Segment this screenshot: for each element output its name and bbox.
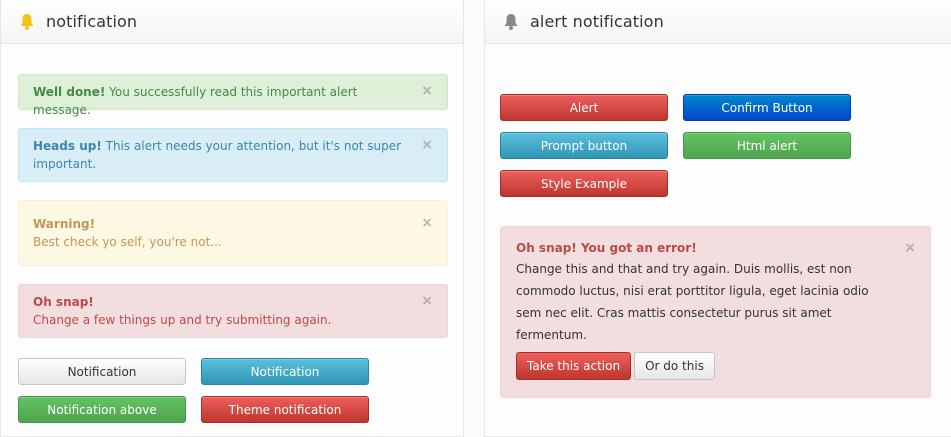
close-icon[interactable]: × [421,82,433,100]
alert-strong: Oh snap! [33,295,94,309]
error-alert-body: Change this and that and try again. Duis… [516,262,869,342]
panel-title: notification [46,12,138,31]
prompt-button[interactable]: Prompt button [500,132,668,159]
panel-header: notification [1,0,463,44]
confirm-button[interactable]: Confirm Button [683,94,851,121]
notification-button[interactable]: Notification [18,358,186,385]
alert-text: Best check yo self, you're not... [33,235,222,249]
notification-above-button[interactable]: Notification above [18,396,186,423]
error-alert: Oh snap! You got an error! Change this a… [500,226,931,398]
panel-header: alert notification [485,0,951,44]
alert-strong: Well done! [33,85,106,99]
panel-title: alert notification [530,12,664,31]
danger-alert: Oh snap! Change a few things up and try … [18,284,448,338]
alert-strong: Heads up! [33,139,102,153]
close-icon[interactable]: × [421,136,433,154]
alert-button[interactable]: Alert [500,94,668,121]
error-alert-heading: Oh snap! You got an error! [516,241,697,255]
style-example-button[interactable]: Style Example [500,170,668,197]
theme-notification-button[interactable]: Theme notification [201,396,369,423]
alert-strong: Warning! [33,217,96,231]
error-alert-actions: Take this action Or do this [516,352,890,380]
or-do-this-button[interactable]: Or do this [634,352,715,380]
close-icon[interactable]: × [904,240,916,256]
info-alert: Heads up! This alert needs your attentio… [18,128,448,182]
warning-alert: Warning! Best check yo self, you're not.… [18,200,448,266]
bell-icon [500,11,522,33]
html-alert-button[interactable]: Html alert [683,132,851,159]
take-action-button[interactable]: Take this action [516,352,632,380]
bell-icon [16,11,38,33]
alert-text: Change a few things up and try submittin… [33,313,332,327]
close-icon[interactable]: × [421,292,433,310]
close-icon[interactable]: × [421,214,433,232]
success-alert: Well done! You successfully read this im… [18,74,448,117]
notification-info-button[interactable]: Notification [201,358,369,385]
